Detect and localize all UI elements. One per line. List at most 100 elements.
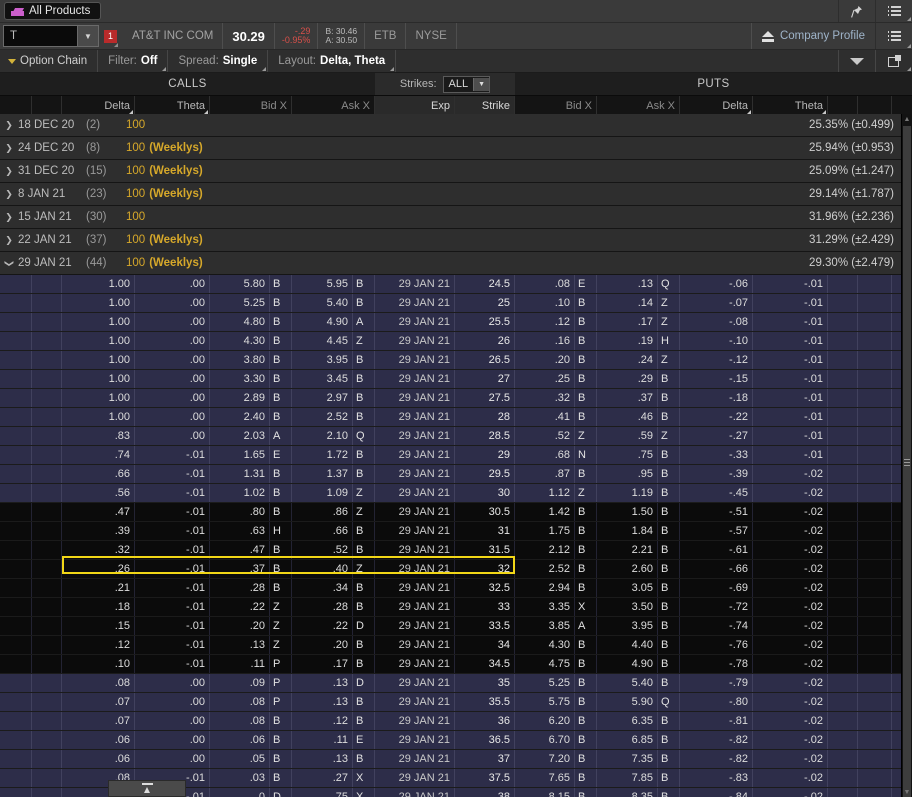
cell-call-ask-exchange[interactable]: B [353,655,375,673]
cell-call-blank-2[interactable] [32,522,62,540]
cell-put-blank-1[interactable] [828,408,858,426]
cell-call-bid[interactable]: 1.65 [210,446,270,464]
cell-strike[interactable]: 32 [455,560,515,578]
cell-call-theta[interactable]: -.01 [135,636,210,654]
cell-put-blank-2[interactable] [858,636,892,654]
cell-call-ask[interactable]: .13 [292,750,353,768]
cell-put-bid[interactable]: 1.75 [515,522,575,540]
cell-put-theta[interactable]: -.01 [753,313,828,331]
cell-call-bid[interactable]: .13 [210,636,270,654]
cell-call-bid[interactable]: 4.30 [210,332,270,350]
cell-put-ask-exchange[interactable]: B [658,731,680,749]
col-header-put-ask[interactable]: Ask X [597,96,680,115]
cell-put-delta[interactable]: -.33 [680,446,753,464]
expiration-group-row[interactable]: ❯ 24 DEC 20 (8) 100 (Weeklys) 25.94% (±0.953) [0,137,902,160]
cell-call-blank-2[interactable] [32,408,62,426]
cell-call-delta[interactable]: .08 [62,674,135,692]
cell-put-bid[interactable]: .12 [515,313,575,331]
cell-call-theta[interactable]: .00 [135,693,210,711]
cell-call-bid-exchange[interactable]: H [270,522,292,540]
cell-put-ask-exchange[interactable]: Z [658,351,680,369]
col-header-puts-blank1[interactable] [828,96,858,115]
cell-call-ask[interactable]: 2.97 [292,389,353,407]
cell-put-ask[interactable]: 1.50 [597,503,658,521]
cell-put-ask[interactable]: 7.85 [597,769,658,787]
spread-selector[interactable]: Spread: Single [168,50,269,72]
cell-call-blank-1[interactable] [0,693,32,711]
cell-put-theta[interactable]: -.02 [753,522,828,540]
cell-put-ask[interactable]: .19 [597,332,658,350]
cell-call-ask[interactable]: 3.95 [292,351,353,369]
cell-strike[interactable]: 26 [455,332,515,350]
cell-call-theta[interactable]: .00 [135,389,210,407]
cell-put-delta[interactable]: -.82 [680,731,753,749]
cell-put-theta[interactable]: -.01 [753,370,828,388]
cell-call-bid-exchange[interactable]: B [270,750,292,768]
cell-put-theta[interactable]: -.01 [753,294,828,312]
cell-expiration[interactable]: 29 JAN 21 [375,503,455,521]
cell-call-theta[interactable]: .00 [135,712,210,730]
cell-call-theta[interactable]: -.01 [135,560,210,578]
cell-call-ask[interactable]: 2.52 [292,408,353,426]
cell-expiration[interactable]: 29 JAN 21 [375,427,455,445]
cell-put-bid-exchange[interactable]: B [575,788,597,797]
cell-put-ask-exchange[interactable]: H [658,332,680,350]
cell-put-blank-2[interactable] [858,332,892,350]
cell-call-bid-exchange[interactable]: P [270,674,292,692]
cell-put-delta[interactable]: -.45 [680,484,753,502]
cell-call-delta[interactable]: .07 [62,712,135,730]
cell-put-ask-exchange[interactable]: B [658,389,680,407]
cell-put-delta[interactable]: -.76 [680,636,753,654]
cell-put-bid-exchange[interactable]: B [575,674,597,692]
cell-put-blank-1[interactable] [828,693,858,711]
cell-call-bid[interactable]: .28 [210,579,270,597]
cell-expiration[interactable]: 29 JAN 21 [375,560,455,578]
cell-call-bid[interactable]: 5.80 [210,275,270,293]
cell-put-blank-2[interactable] [858,503,892,521]
cell-put-ask-exchange[interactable]: B [658,522,680,540]
cell-put-ask[interactable]: 5.40 [597,674,658,692]
cell-put-blank-1[interactable] [828,731,858,749]
cell-call-blank-2[interactable] [32,750,62,768]
cell-put-blank-2[interactable] [858,769,892,787]
cell-call-ask[interactable]: .86 [292,503,353,521]
cell-call-ask[interactable]: 1.72 [292,446,353,464]
cell-put-theta[interactable]: -.02 [753,617,828,635]
cell-put-bid[interactable]: .68 [515,446,575,464]
cell-put-ask-exchange[interactable]: B [658,712,680,730]
cell-put-bid-exchange[interactable]: Z [575,484,597,502]
symbol-input[interactable]: T ▼ [3,25,99,47]
cell-put-bid[interactable]: .41 [515,408,575,426]
cell-call-bid[interactable]: .06 [210,731,270,749]
cell-call-bid[interactable]: 2.03 [210,427,270,445]
cell-put-delta[interactable]: -.27 [680,427,753,445]
cell-call-ask[interactable]: .27 [292,769,353,787]
cell-call-theta[interactable]: .00 [135,294,210,312]
col-header-put-theta[interactable]: Theta [753,96,828,115]
cell-put-delta[interactable]: -.18 [680,389,753,407]
cell-call-ask-exchange[interactable]: A [353,313,375,331]
cell-strike[interactable]: 29 [455,446,515,464]
cell-put-bid[interactable]: 2.94 [515,579,575,597]
cell-call-blank-2[interactable] [32,788,62,797]
cell-call-theta[interactable]: .00 [135,750,210,768]
cell-put-ask[interactable]: 4.90 [597,655,658,673]
cell-put-ask[interactable]: 8.35 [597,788,658,797]
cell-put-bid-exchange[interactable]: B [575,731,597,749]
cell-expiration[interactable]: 29 JAN 21 [375,674,455,692]
table-row[interactable]: .18 -.01.22 Z .28 B 29 JAN 21 33 3.35 X 3.50 B -.72… [0,598,902,617]
cell-call-ask-exchange[interactable]: B [353,712,375,730]
cell-put-delta[interactable]: -.66 [680,560,753,578]
cell-call-delta[interactable]: .39 [62,522,135,540]
cell-put-bid[interactable]: 1.12 [515,484,575,502]
cell-put-blank-1[interactable] [828,598,858,616]
cell-put-theta[interactable]: -.01 [753,389,828,407]
col-header-exp[interactable]: Exp [375,96,455,115]
cell-expiration[interactable]: 29 JAN 21 [375,294,455,312]
cell-put-ask[interactable]: 6.35 [597,712,658,730]
cell-call-blank-2[interactable] [32,351,62,369]
cell-call-bid-exchange[interactable]: B [270,389,292,407]
cell-put-blank-1[interactable] [828,788,858,797]
cell-put-ask[interactable]: .95 [597,465,658,483]
cell-strike[interactable]: 28.5 [455,427,515,445]
